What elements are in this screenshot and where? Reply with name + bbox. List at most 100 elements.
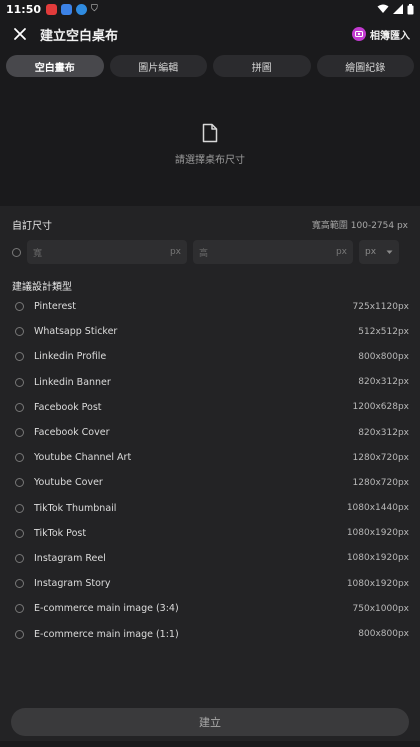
design-type-size: 1280x720px [352, 477, 409, 488]
list-item[interactable]: E-commerce main image (3:4) 750x1000px [0, 596, 420, 621]
list-item[interactable]: Instagram Story 1080x1920px [0, 571, 420, 596]
status-bar: 11:50 ⛉ [0, 0, 420, 18]
design-type-name: Facebook Post [34, 401, 102, 413]
tab-label: 圖片編輯 [138, 62, 179, 74]
list-item[interactable]: Linkedin Profile 800x800px [0, 344, 420, 369]
shield-icon: ⛉ [91, 4, 98, 14]
status-icons [377, 3, 414, 15]
battery-icon [407, 3, 414, 14]
design-type-size: 1080x1440px [346, 503, 409, 514]
tab-label: 拼圖 [251, 62, 272, 74]
radio-button[interactable] [15, 377, 24, 387]
tab-image-edit[interactable]: 圖片編輯 [109, 55, 207, 77]
design-type-name: Facebook Cover [34, 427, 110, 439]
close-button[interactable] [10, 24, 30, 44]
list-item[interactable]: E-commerce main image (1:1) 800x800px [0, 621, 420, 646]
preview-hint: 請選擇桌布尺寸 [175, 154, 245, 166]
design-type-size: 1080x1920px [346, 553, 409, 564]
width-unit: px [169, 247, 181, 257]
design-type-name: Whatsapp Sticker [34, 326, 118, 338]
design-type-name: TikTok Thumbnail [34, 502, 117, 514]
chevron-down-icon [386, 250, 393, 254]
list-item[interactable]: TikTok Post 1080x1920px [0, 521, 420, 546]
design-type-name: Linkedin Profile [34, 351, 107, 363]
design-type-name: Instagram Reel [34, 552, 106, 564]
radio-button[interactable] [15, 503, 24, 513]
height-placeholder: 高 [199, 248, 209, 259]
radio-button[interactable] [15, 553, 24, 563]
tab-label: 空白畫布 [34, 62, 75, 74]
radio-button[interactable] [15, 302, 24, 312]
width-placeholder: 寬 [33, 248, 43, 259]
create-button[interactable]: 建立 [11, 708, 409, 736]
create-button-label: 建立 [199, 716, 221, 729]
list-item[interactable]: TikTok Thumbnail 1080x1440px [0, 496, 420, 521]
tab-drawing-history[interactable]: 繪圖紀錄 [316, 55, 414, 77]
design-type-size: 1080x1920px [346, 578, 409, 589]
file-icon [202, 123, 218, 142]
design-type-name: E-commerce main image (3:4) [34, 603, 179, 615]
signal-icon [393, 4, 403, 14]
screen: 11:50 ⛉ 建立空白桌布 相簿匯入 空白畫布 圖片編輯 拼圖 繪圖紀錄 請選… [0, 0, 420, 747]
design-type-size: 800x800px [358, 351, 409, 362]
list-item[interactable]: Instagram Reel 1080x1920px [0, 546, 420, 571]
app-notification-icon [61, 3, 73, 15]
album-import-label: 相簿匯入 [370, 30, 410, 42]
radio-button[interactable] [15, 453, 24, 463]
custom-size-header: 自訂尺寸 寬高範圍 100-2754 px [12, 216, 408, 232]
list-item[interactable]: Linkedin Banner 820x312px [0, 370, 420, 395]
list-item[interactable]: Facebook Post 1200x628px [0, 395, 420, 420]
design-type-size: 512x512px [358, 326, 409, 337]
radio-button[interactable] [15, 579, 24, 589]
radio-button[interactable] [15, 402, 24, 412]
design-type-name: Youtube Channel Art [34, 452, 132, 464]
custom-size-row: 寬 px 高 px px [12, 240, 408, 264]
radio-button[interactable] [15, 528, 24, 538]
list-item[interactable]: Youtube Channel Art 1280x720px [0, 445, 420, 470]
design-type-name: Instagram Story [34, 578, 111, 590]
width-field[interactable]: 寬 px [27, 240, 187, 264]
album-import-button[interactable]: 相簿匯入 [352, 27, 410, 42]
list-item[interactable]: Pinterest 725x1120px [0, 294, 420, 319]
radio-button[interactable] [15, 352, 24, 362]
page-title: 建立空白桌布 [40, 28, 119, 44]
design-type-name: Linkedin Banner [34, 376, 111, 388]
design-type-size: 1200x628px [352, 402, 409, 413]
unit-select[interactable]: px [359, 240, 399, 264]
suggested-types-list: Pinterest 725x1120px Whatsapp Sticker 512x… [0, 294, 420, 647]
design-type-size: 750x1000px [352, 603, 409, 614]
radio-button[interactable] [15, 428, 24, 438]
app-bar: 建立空白桌布 相簿匯入 [0, 18, 420, 50]
radio-button[interactable] [15, 327, 24, 337]
custom-size-radio[interactable] [12, 247, 21, 257]
close-icon [14, 28, 26, 40]
design-type-name: Youtube Cover [34, 477, 103, 489]
height-field[interactable]: 高 px [193, 240, 353, 264]
status-time: 11:50 [6, 2, 42, 16]
design-type-size: 820x312px [358, 377, 409, 388]
radio-button[interactable] [15, 478, 24, 488]
radio-button[interactable] [15, 629, 24, 639]
tab-label: 繪圖紀錄 [345, 62, 386, 74]
custom-size-title: 自訂尺寸 [12, 220, 52, 232]
list-item[interactable]: Youtube Cover 1280x720px [0, 470, 420, 495]
unit-select-value: px [365, 247, 377, 257]
tab-collage[interactable]: 拼圖 [213, 55, 311, 77]
mode-tabs: 空白畫布 圖片編輯 拼圖 繪圖紀錄 [6, 55, 414, 77]
tab-blank-canvas[interactable]: 空白畫布 [6, 55, 104, 77]
design-type-name: E-commerce main image (1:1) [34, 628, 179, 640]
design-type-size: 800x800px [358, 629, 409, 640]
list-item[interactable]: Whatsapp Sticker 512x512px [0, 319, 420, 344]
app-notification-icon [46, 3, 58, 15]
wifi-icon [377, 4, 389, 13]
suggested-types-title: 建議設計類型 [12, 282, 72, 293]
download-notification-icon [76, 3, 88, 15]
design-type-name: Pinterest [34, 301, 76, 313]
design-type-name: TikTok Post [34, 527, 87, 539]
radio-button[interactable] [15, 604, 24, 614]
design-type-size: 1280x720px [352, 452, 409, 463]
design-type-size: 725x1120px [352, 301, 409, 312]
album-icon [352, 27, 366, 41]
bottom-safe-area [0, 741, 420, 747]
list-item[interactable]: Facebook Cover 820x312px [0, 420, 420, 445]
